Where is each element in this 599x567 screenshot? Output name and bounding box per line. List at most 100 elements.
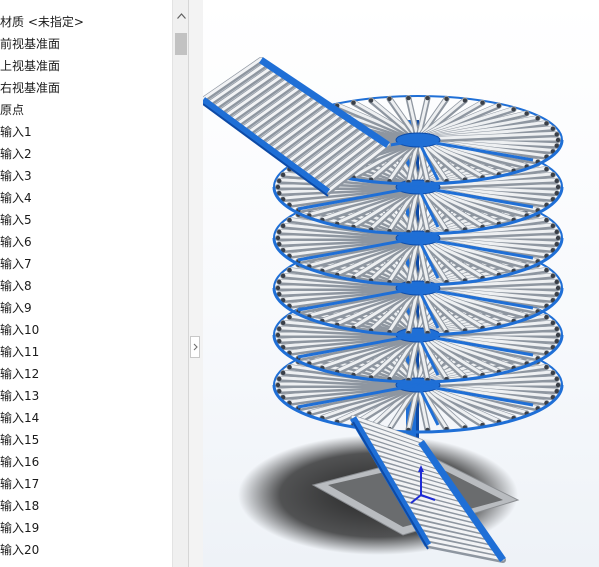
tree-item[interactable]: 输入5 (0, 209, 84, 231)
roller-end-bolt (287, 217, 292, 223)
roller-end-bolt (277, 190, 282, 196)
tree-item[interactable]: 前视基准面 (0, 33, 84, 55)
scroll-up-button[interactable] (173, 9, 188, 23)
roller-end-bolt (555, 137, 561, 143)
roller-end-bolt (555, 235, 561, 241)
tree-item[interactable]: 输入10 (0, 319, 84, 341)
tree-item[interactable]: 输入17 (0, 473, 84, 495)
roller-end-bolt (554, 326, 559, 332)
roller-end-bolt (406, 95, 411, 101)
roller-end-bolt (287, 364, 292, 370)
roller-end-bolt (511, 107, 516, 112)
roller-end-bolt (550, 126, 556, 131)
tree-item[interactable]: 上视基准面 (0, 55, 84, 77)
roller-end-bolt (280, 172, 286, 178)
roller-end-bolt (554, 291, 559, 297)
tree-item[interactable]: 原点 (0, 99, 84, 121)
tree-item[interactable]: 输入19 (0, 517, 84, 539)
roller-end-bolt (275, 332, 281, 338)
chevron-up-icon (176, 13, 186, 19)
roller-end-bolt (444, 96, 449, 102)
roller-end-bolt (535, 115, 540, 121)
roller-end-bolt (554, 388, 559, 394)
roller-end-bolt (554, 279, 559, 285)
tree-item[interactable]: 输入14 (0, 407, 84, 429)
tree-scrollbar[interactable] (172, 0, 188, 567)
roller-end-bolt (275, 184, 281, 190)
tree-item[interactable]: 输入16 (0, 451, 84, 473)
tree-item[interactable]: 输入2 (0, 143, 84, 165)
roller-end-bolt (277, 376, 282, 382)
splitter-collapse-button[interactable] (190, 336, 200, 358)
roller-end-bolt (277, 326, 282, 332)
roller-end-bolt (277, 338, 282, 344)
roller-end-bolt (462, 98, 468, 103)
tree-item[interactable]: 输入20 (0, 539, 84, 561)
roller-end-bolt (544, 217, 549, 223)
roller-end-bolt (550, 172, 556, 178)
roller-end-bolt (554, 143, 559, 148)
roller-end-bolt (280, 273, 286, 279)
tree-item[interactable]: 输入18 (0, 495, 84, 517)
roller-end-bolt (554, 229, 559, 235)
roller-end-bolt (275, 235, 281, 241)
roller-end-bolt (287, 267, 292, 273)
roller-end-bolt (277, 229, 282, 235)
feature-tree-panel: 材质 <未指定> 前视基准面 上视基准面 右视基准面 原点 输入1 输入2 输入3 输入4 输入5… (0, 0, 188, 567)
roller-end-bolt (280, 370, 286, 376)
tree-item[interactable]: 输入3 (0, 165, 84, 187)
panel-splitter[interactable] (188, 0, 204, 567)
roller-end-bolt (351, 100, 356, 105)
graphics-viewport[interactable] (203, 0, 599, 567)
roller-end-bolt (544, 166, 549, 172)
roller-end-bolt (275, 382, 281, 388)
chevron-right-icon (193, 343, 198, 351)
feature-tree-list: 材质 <未指定> 前视基准面 上视基准面 右视基准面 原点 输入1 输入2 输入3 输入4 输入5… (0, 11, 84, 561)
tree-item[interactable]: 输入6 (0, 231, 84, 253)
scroll-thumb[interactable] (175, 33, 187, 55)
roller-end-bolt (555, 184, 561, 190)
tree-item[interactable]: 输入8 (0, 275, 84, 297)
tree-item[interactable]: 材质 <未指定> (0, 11, 84, 33)
spiral-conveyor-model[interactable] (203, 0, 599, 567)
tree-item[interactable]: 输入15 (0, 429, 84, 451)
roller-end-bolt (554, 190, 559, 196)
tree-item[interactable]: 输入11 (0, 341, 84, 363)
roller-end-bolt (544, 121, 549, 126)
roller-end-bolt (554, 376, 559, 382)
tree-item[interactable]: 输入7 (0, 253, 84, 275)
roller-end-bolt (555, 332, 561, 338)
roller-end-bolt (277, 388, 282, 394)
roller-end-bolt (275, 285, 281, 291)
roller-end-bolt (544, 267, 549, 273)
roller-end-bolt (554, 178, 559, 184)
tree-item[interactable]: 输入13 (0, 385, 84, 407)
roller-end-bolt (544, 364, 549, 370)
roller-end-bolt (496, 103, 501, 108)
roller-end-bolt (554, 132, 559, 137)
roller-end-bolt (277, 178, 282, 184)
roller-end-bolt (555, 285, 561, 291)
roller-end-bolt (550, 370, 556, 376)
roller-end-bolt (280, 223, 286, 229)
roller-end-bolt (280, 320, 286, 326)
tree-item[interactable]: 右视基准面 (0, 77, 84, 99)
roller-end-bolt (550, 320, 556, 326)
tree-item[interactable]: 输入9 (0, 297, 84, 319)
roller-end-bolt (368, 98, 374, 103)
tree-item[interactable]: 输入1 (0, 121, 84, 143)
roller-end-bolt (287, 314, 292, 320)
tree-item[interactable]: 输入12 (0, 363, 84, 385)
roller-end-bolt (550, 273, 556, 279)
roller-end-bolt (554, 338, 559, 344)
roller-end-bolt (544, 314, 549, 320)
roller-end-bolt (555, 382, 561, 388)
roller-end-bolt (554, 241, 559, 247)
roller-end-bolt (277, 279, 282, 285)
tree-item[interactable]: 输入4 (0, 187, 84, 209)
roller-end-bolt (387, 96, 392, 102)
roller-end-bolt (277, 241, 282, 247)
roller-end-bolt (524, 111, 529, 116)
roller-end-bolt (425, 95, 430, 101)
roller-end-bolt (277, 291, 282, 297)
